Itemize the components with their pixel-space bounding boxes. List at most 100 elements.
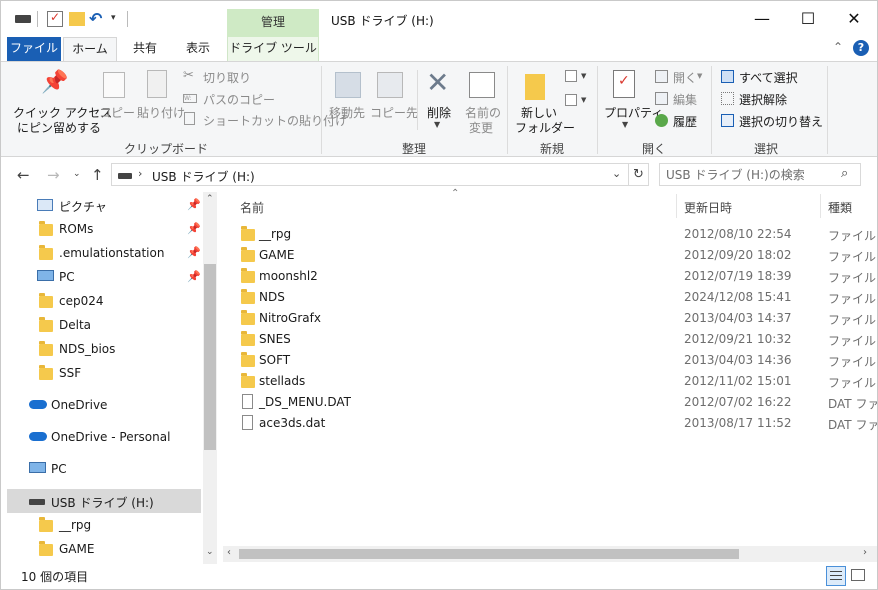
ribbon-collapse-icon[interactable]: ⌃ xyxy=(833,40,843,54)
table-row[interactable]: moonshl2 2012/07/19 18:39 ファイル フォルダー xyxy=(237,266,877,287)
back-arrow-icon[interactable]: ← xyxy=(17,166,30,184)
undo-icon[interactable]: ↶ xyxy=(89,9,105,28)
customize-quick-access-icon[interactable]: ▾ xyxy=(111,13,127,29)
address-dropdown-chevron-icon[interactable]: ⌄ xyxy=(612,167,621,180)
recent-locations-chevron-icon[interactable]: ⌄ xyxy=(73,169,81,179)
scroll-down-icon[interactable]: ⌄ xyxy=(206,547,214,557)
chevron-down-icon[interactable]: ▼ xyxy=(434,120,440,129)
delete-button[interactable]: 削除 xyxy=(427,104,451,121)
paste-button[interactable]: 貼り付け xyxy=(137,104,185,121)
column-header-date[interactable]: 更新日時 xyxy=(684,199,732,216)
nav-item-onedrive[interactable]: OneDrive xyxy=(7,393,201,417)
breadcrumb[interactable]: USB ドライブ (H:) xyxy=(152,168,255,185)
table-row[interactable]: stellads 2012/11/02 15:01 ファイル フォルダー xyxy=(237,371,877,392)
copy-path-button[interactable]: パスのコピー xyxy=(203,91,275,108)
table-row[interactable]: __rpg 2012/08/10 22:54 ファイル フォルダー xyxy=(237,224,877,245)
close-button[interactable]: ✕ xyxy=(831,1,877,37)
nav-pane-scrollbar[interactable]: ⌃ ⌄ xyxy=(203,192,217,564)
nav-item-pc[interactable]: PC xyxy=(7,457,201,481)
nav-item-pc-pinned[interactable]: PC 📌 xyxy=(7,265,201,289)
pin-quick-access-label-2[interactable]: にピン留めする xyxy=(17,119,101,136)
nav-item-onedrive-personal[interactable]: OneDrive - Personal xyxy=(7,425,201,449)
tab-home[interactable]: ホーム xyxy=(63,37,117,62)
new-folder-button-line2[interactable]: フォルダー xyxy=(515,119,575,136)
history-button[interactable]: 履歴 xyxy=(673,113,697,130)
nav-item-cep024[interactable]: cep024 xyxy=(7,289,201,313)
nav-item-emulationstation[interactable]: .emulationstation 📌 xyxy=(7,241,201,265)
pin-icon[interactable]: 📌 xyxy=(187,270,201,283)
scroll-up-icon[interactable]: ⌃ xyxy=(206,194,214,204)
up-arrow-icon[interactable]: ↑ xyxy=(91,166,104,184)
nav-item-roms[interactable]: ROMs 📌 xyxy=(7,217,201,241)
nav-pane-scroll-thumb[interactable] xyxy=(204,264,216,450)
paste-shortcut-button[interactable]: ショートカットの貼り付け xyxy=(203,112,347,129)
nav-item-ssf[interactable]: SSF xyxy=(7,361,201,385)
pin-icon[interactable]: 📌 xyxy=(187,222,201,235)
ribbon-separator xyxy=(321,66,322,154)
scroll-left-icon[interactable]: ‹ xyxy=(227,547,231,558)
column-separator[interactable] xyxy=(676,194,677,218)
breadcrumb-chevron-icon[interactable]: › xyxy=(138,167,142,180)
easy-access-icon[interactable] xyxy=(565,94,577,106)
search-box[interactable]: ⌕ xyxy=(659,163,861,186)
column-header-name[interactable]: 名前 xyxy=(240,199,264,216)
table-row[interactable]: SNES 2012/09/21 10:32 ファイル フォルダー xyxy=(237,329,877,350)
tab-file[interactable]: ファイル xyxy=(7,37,61,61)
new-folder-quick-icon[interactable] xyxy=(69,12,85,26)
nav-item-rpg[interactable]: __rpg xyxy=(7,513,201,537)
select-none-button[interactable]: 選択解除 xyxy=(739,91,787,108)
nav-item-game[interactable]: GAME xyxy=(7,537,201,561)
chevron-down-icon[interactable]: ▼ xyxy=(622,120,628,129)
table-row[interactable]: ace3ds.dat 2013/08/17 11:52 DAT ファイル xyxy=(237,413,877,434)
table-row[interactable]: SOFT 2013/04/03 14:36 ファイル フォルダー xyxy=(237,350,877,371)
open-button[interactable]: 開く xyxy=(673,69,697,86)
nav-item-pictures[interactable]: ピクチャ 📌 xyxy=(7,193,201,217)
file-list-horizontal-scrollbar[interactable]: ‹ › xyxy=(223,546,877,562)
nav-item-delta[interactable]: Delta xyxy=(7,313,201,337)
horizontal-scroll-thumb[interactable] xyxy=(239,549,739,559)
tab-view[interactable]: 表示 xyxy=(173,37,223,61)
select-all-button[interactable]: すべて選択 xyxy=(739,69,798,86)
refresh-icon[interactable]: ↻ xyxy=(629,163,649,186)
nav-item-label: USB ドライブ (H:) xyxy=(51,496,154,510)
maximize-button[interactable]: ☐ xyxy=(785,1,831,37)
scroll-right-icon[interactable]: › xyxy=(863,547,867,558)
table-row[interactable]: NDS 2024/12/08 15:41 ファイル フォルダー xyxy=(237,287,877,308)
chevron-down-icon[interactable]: ▼ xyxy=(697,72,702,80)
nav-item-label: __rpg xyxy=(59,518,92,532)
move-to-button[interactable]: 移動先 xyxy=(329,104,365,121)
file-name: NDS xyxy=(259,290,285,304)
table-row[interactable]: _DS_MENU.DAT 2012/07/02 16:22 DAT ファイル xyxy=(237,392,877,413)
details-view-icon[interactable] xyxy=(826,566,846,586)
large-icons-view-icon[interactable] xyxy=(851,569,865,581)
column-separator[interactable] xyxy=(820,194,821,218)
pin-icon[interactable]: 📌 xyxy=(187,246,201,259)
chevron-down-icon[interactable]: ▼ xyxy=(581,72,586,80)
new-item-icon[interactable] xyxy=(565,70,577,82)
copy-to-button[interactable]: コピー先 xyxy=(370,104,418,121)
pin-icon[interactable]: 📌 xyxy=(187,198,201,211)
search-icon[interactable]: ⌕ xyxy=(841,166,848,181)
tab-share[interactable]: 共有 xyxy=(119,37,171,61)
address-bar[interactable]: › USB ドライブ (H:) ⌄ xyxy=(111,163,629,186)
invert-selection-button[interactable]: 選択の切り替え xyxy=(739,113,823,130)
chevron-down-icon[interactable]: ▼ xyxy=(581,96,586,104)
search-input[interactable] xyxy=(666,166,836,183)
cut-button[interactable]: 切り取り xyxy=(203,69,251,86)
help-icon[interactable]: ? xyxy=(853,40,869,56)
tab-drive-tools[interactable]: ドライブ ツール xyxy=(227,37,319,61)
column-header-type[interactable]: 種類 xyxy=(828,199,852,216)
rename-button-line2[interactable]: 変更 xyxy=(469,119,493,136)
nav-item-nds-bios[interactable]: NDS_bios xyxy=(7,337,201,361)
nav-item-usb-drive[interactable]: USB ドライブ (H:) xyxy=(7,489,201,513)
nav-item-label: SSF xyxy=(59,366,82,380)
table-row[interactable]: GAME 2012/09/20 18:02 ファイル フォルダー xyxy=(237,245,877,266)
minimize-button[interactable]: — xyxy=(739,1,785,37)
edit-button[interactable]: 編集 xyxy=(673,91,697,108)
ribbon-tabs: ファイル ホーム 共有 表示 ドライブ ツール ⌃ ? xyxy=(1,37,877,62)
file-type: ファイル フォルダー xyxy=(828,355,877,369)
table-row[interactable]: NitroGrafx 2013/04/03 14:37 ファイル フォルダー xyxy=(237,308,877,329)
forward-arrow-icon[interactable]: → xyxy=(47,166,60,184)
properties-quick-icon[interactable]: ✓ xyxy=(47,10,63,27)
copy-button[interactable]: コピー xyxy=(99,104,135,121)
